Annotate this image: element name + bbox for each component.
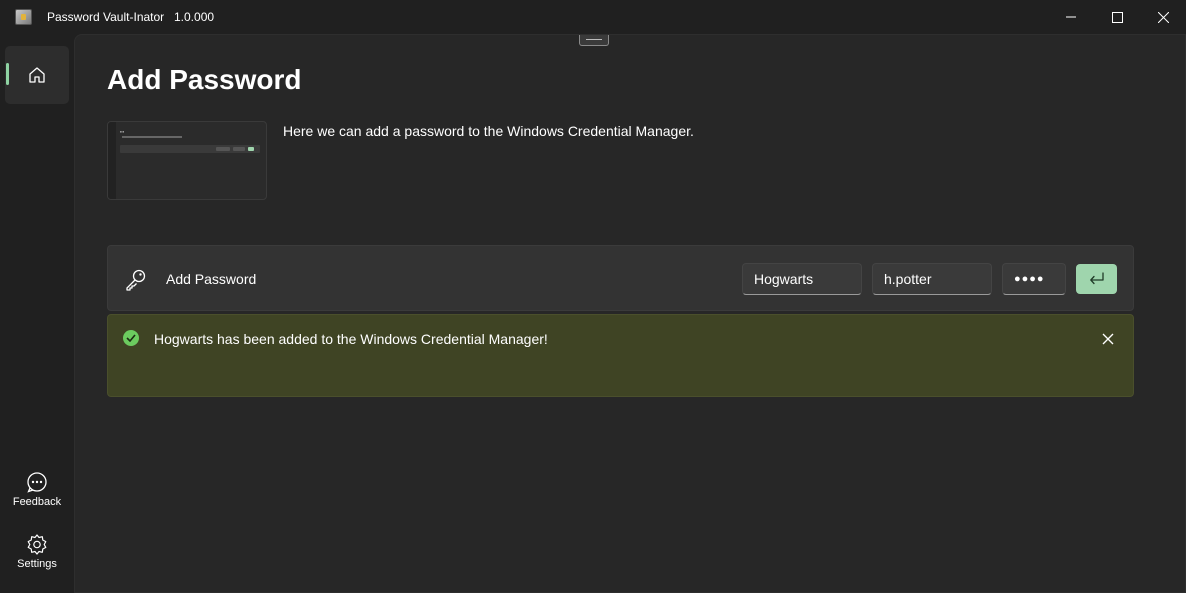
- page-title: Add Password: [107, 64, 302, 95]
- main-content: Add Password ▪▪▪ Here we can add a passw…: [74, 34, 1186, 593]
- close-icon: [1102, 333, 1114, 345]
- app-title: Password Vault-Inator: [47, 10, 165, 24]
- site-name-field[interactable]: Hogwarts: [742, 263, 862, 295]
- pane-grip-handle[interactable]: [579, 35, 609, 46]
- sidebar-item-settings[interactable]: Settings: [0, 533, 74, 589]
- password-field[interactable]: ●●●●: [1002, 263, 1066, 295]
- success-infobar: Hogwarts has been added to the Windows C…: [107, 314, 1134, 397]
- chat-icon: [27, 472, 47, 493]
- maximize-button[interactable]: [1094, 0, 1140, 34]
- home-icon: [29, 67, 45, 83]
- submit-password-button[interactable]: [1076, 264, 1117, 294]
- sidebar-item-feedback[interactable]: Feedback: [0, 471, 74, 527]
- app-vault-icon: [15, 9, 32, 25]
- key-icon: [126, 269, 146, 291]
- minimize-icon: [1066, 16, 1076, 18]
- sidebar-item-home[interactable]: [5, 46, 69, 104]
- infobar-message: Hogwarts has been added to the Windows C…: [154, 331, 548, 347]
- sidebar-item-label: Feedback: [12, 496, 62, 508]
- minimize-button[interactable]: [1048, 0, 1094, 34]
- page-description: Here we can add a password to the Window…: [283, 123, 694, 139]
- gear-icon: [27, 534, 47, 555]
- close-window-button[interactable]: [1140, 0, 1186, 34]
- close-icon: [1157, 11, 1169, 23]
- sidebar: Feedback Settings: [0, 34, 74, 593]
- card-label: Add Password: [166, 271, 257, 287]
- page-preview-thumbnail: ▪▪▪: [107, 121, 267, 200]
- infobar-close-button[interactable]: [1096, 327, 1120, 351]
- enter-arrow-icon: [1089, 272, 1104, 285]
- add-password-card: Add Password Hogwarts h.potter ●●●●: [107, 245, 1134, 311]
- sidebar-item-label: Settings: [17, 558, 57, 570]
- app-version: 1.0.000: [174, 10, 215, 24]
- username-field[interactable]: h.potter: [872, 263, 992, 295]
- title-bar: Password Vault-Inator 1.0.000: [0, 0, 1186, 34]
- success-check-icon: [123, 330, 139, 346]
- selection-indicator: [6, 63, 9, 85]
- maximize-icon: [1111, 11, 1123, 23]
